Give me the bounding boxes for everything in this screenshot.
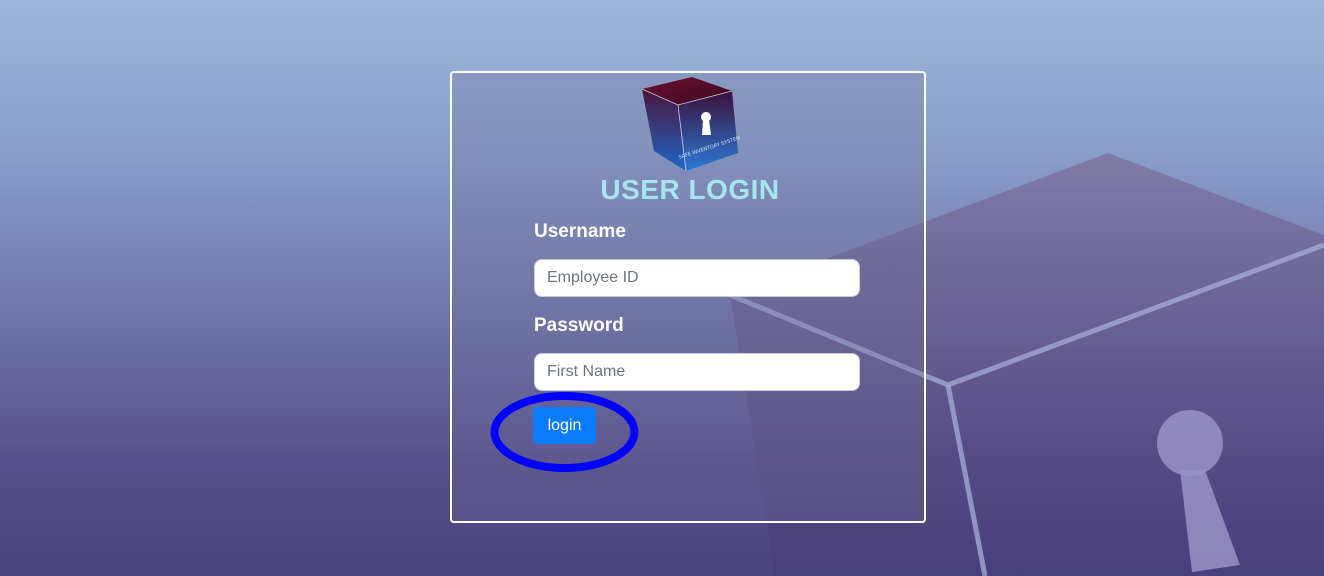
password-input[interactable] [534,353,860,391]
username-input[interactable] [534,259,860,297]
username-label: Username [534,221,626,242]
login-card: SAFE INVENTORY SYSTEM USER LOGIN Usernam… [450,71,926,523]
page-title: USER LOGIN [600,174,780,205]
password-label: Password [534,315,624,336]
keyhole-cube-icon: SAFE INVENTORY SYSTEM [641,77,741,172]
login-button[interactable]: login [533,407,596,444]
